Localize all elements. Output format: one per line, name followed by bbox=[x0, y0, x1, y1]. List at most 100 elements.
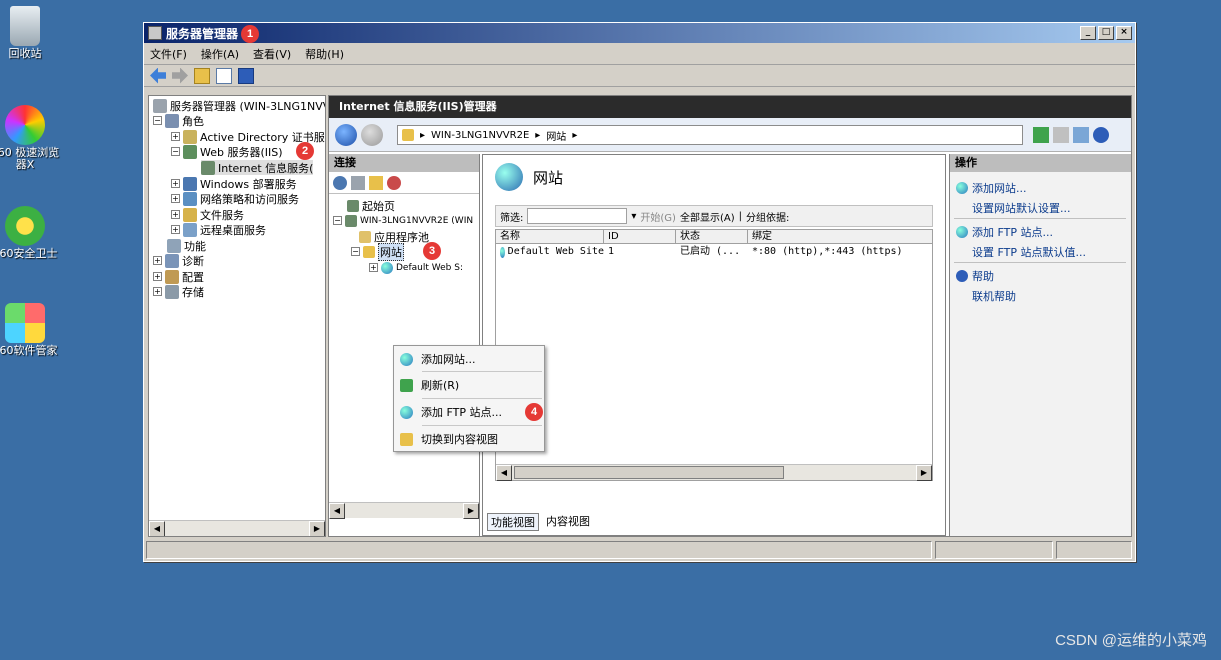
menu-view[interactable]: 查看(V) bbox=[253, 46, 291, 62]
group-by-label[interactable]: 分组依据: bbox=[746, 209, 789, 224]
address-path[interactable]: ▸ WIN-3LNG1NVVR2E ▸ 网站 ▸ bbox=[397, 125, 1023, 145]
path-sites[interactable]: 网站 bbox=[546, 128, 566, 143]
scroll-right-icon[interactable]: ▶ bbox=[309, 521, 325, 536]
desktop-icon-label: 360 极速浏览器X bbox=[0, 146, 60, 171]
ctx-add-ftp[interactable]: 添加 FTP 站点... bbox=[396, 401, 542, 423]
scroll-left-icon[interactable]: ◀ bbox=[329, 503, 345, 519]
tree-item-iis-manager[interactable]: Internet 信息服务( bbox=[201, 160, 314, 175]
col-state[interactable]: 状态 bbox=[676, 230, 748, 243]
tree-item-wds[interactable]: + Windows 部署服务 bbox=[171, 176, 297, 191]
nav-back-icon[interactable] bbox=[335, 124, 357, 146]
back-arrow-icon[interactable] bbox=[150, 67, 166, 84]
expand-icon[interactable]: + bbox=[171, 194, 180, 203]
ctx-add-site[interactable]: 添加网站... bbox=[396, 348, 542, 370]
tab-content-view[interactable]: 内容视图 bbox=[543, 513, 593, 531]
tree-item-npas[interactable]: + 网络策略和访问服务 bbox=[171, 191, 299, 206]
help-icon[interactable] bbox=[238, 67, 254, 84]
up-icon[interactable] bbox=[369, 175, 383, 190]
action-add-ftp[interactable]: 添加 FTP 站点... bbox=[956, 224, 1053, 240]
360-safe-icon bbox=[5, 206, 45, 246]
up-folder-icon[interactable] bbox=[194, 67, 210, 84]
action-site-defaults[interactable]: 设置网站默认设置... bbox=[972, 200, 1071, 216]
window-controls: _ □ × bbox=[1080, 26, 1132, 40]
action-online-help[interactable]: 联机帮助 bbox=[972, 288, 1016, 304]
stop-icon[interactable] bbox=[1053, 127, 1069, 143]
title-bar[interactable]: 服务器管理器 bbox=[144, 23, 1135, 43]
action-help[interactable]: 帮助 bbox=[956, 268, 994, 284]
expand-icon[interactable]: + bbox=[171, 132, 180, 141]
table-row[interactable]: Default Web Site 1 已启动 (... *:80 (http),… bbox=[496, 244, 932, 260]
menu-help[interactable]: 帮助(H) bbox=[305, 46, 344, 62]
col-name[interactable]: 名称 bbox=[496, 230, 604, 243]
conn-sites[interactable]: − 网站 bbox=[351, 242, 404, 261]
tree-item-features[interactable]: 功能 bbox=[167, 238, 206, 253]
col-id[interactable]: ID bbox=[604, 230, 676, 243]
home-icon[interactable] bbox=[1073, 127, 1089, 143]
tree-item-configuration[interactable]: + 配置 bbox=[153, 269, 204, 284]
show-all-button[interactable]: 全部显示(A) bbox=[680, 209, 735, 224]
start-filter-button[interactable]: 开始(G) bbox=[640, 209, 676, 224]
col-binding[interactable]: 绑定 bbox=[748, 230, 932, 243]
grid-hscrollbar[interactable]: ◀ ▶ bbox=[496, 464, 932, 481]
tree-item-server-manager[interactable]: 服务器管理器 (WIN-3LNG1NVVR2 bbox=[153, 98, 325, 113]
collapse-icon[interactable]: − bbox=[171, 147, 180, 156]
collapse-icon[interactable]: − bbox=[153, 116, 162, 125]
certificate-icon bbox=[183, 129, 197, 144]
scroll-left-icon[interactable]: ◀ bbox=[496, 465, 512, 481]
tree-item-diagnostics[interactable]: + 诊断 bbox=[153, 253, 204, 268]
refresh-icon[interactable] bbox=[1033, 127, 1049, 143]
expand-icon[interactable]: + bbox=[153, 272, 162, 281]
scroll-thumb[interactable] bbox=[514, 466, 784, 479]
action-ftp-defaults[interactable]: 设置 FTP 站点默认值... bbox=[972, 244, 1086, 260]
expand-icon[interactable]: + bbox=[171, 179, 180, 188]
left-tree-hscrollbar[interactable]: ◀ ▶ bbox=[149, 520, 325, 536]
iis-header: Internet 信息服务(IIS)管理器 bbox=[329, 96, 1131, 118]
forward-arrow-icon[interactable] bbox=[172, 67, 188, 84]
show-hide-tree-icon[interactable] bbox=[216, 67, 232, 84]
action-add-site[interactable]: 添加网站... bbox=[956, 180, 1027, 196]
desktop-icon-label: 360安全卫士 bbox=[0, 247, 58, 260]
context-menu: 添加网站... 刷新(R) 添加 FTP 站点... 切换到内容视图 bbox=[393, 345, 545, 452]
scroll-right-icon[interactable]: ▶ bbox=[463, 503, 479, 519]
conn-default-site[interactable]: + Default Web S: bbox=[369, 260, 463, 275]
desktop-icon-360-safe[interactable]: 360安全卫士 bbox=[0, 206, 60, 260]
filter-input[interactable] bbox=[527, 208, 628, 224]
collapse-icon[interactable]: − bbox=[333, 216, 342, 225]
expand-icon[interactable]: + bbox=[369, 263, 378, 272]
collapse-icon[interactable]: − bbox=[351, 247, 360, 256]
path-server[interactable]: WIN-3LNG1NVVR2E bbox=[431, 130, 529, 141]
tree-item-storage[interactable]: + 存储 bbox=[153, 284, 204, 299]
connections-hscrollbar[interactable]: ◀ ▶ bbox=[329, 502, 479, 519]
conn-server[interactable]: − WIN-3LNG1NVVR2E (WIN bbox=[333, 213, 473, 228]
conn-start-page[interactable]: 起始页 bbox=[347, 198, 395, 213]
expand-icon[interactable]: + bbox=[153, 287, 162, 296]
ctx-refresh[interactable]: 刷新(R) bbox=[396, 374, 542, 396]
save-icon[interactable] bbox=[351, 175, 365, 190]
menu-file[interactable]: 文件(F) bbox=[150, 46, 187, 62]
scroll-left-icon[interactable]: ◀ bbox=[149, 521, 165, 536]
nav-forward-icon[interactable] bbox=[361, 124, 383, 146]
help-circle-icon[interactable] bbox=[1093, 127, 1109, 143]
menu-action[interactable]: 操作(A) bbox=[201, 46, 239, 62]
configuration-icon bbox=[165, 269, 179, 284]
desktop-icon-recycle-bin[interactable]: 回收站 bbox=[0, 6, 60, 60]
ctx-switch-content-view[interactable]: 切换到内容视图 bbox=[396, 428, 542, 450]
connect-icon[interactable] bbox=[333, 175, 347, 190]
desktop-icon-360-browser[interactable]: 360 极速浏览器X bbox=[0, 105, 60, 171]
close-button[interactable]: × bbox=[1116, 26, 1132, 40]
maximize-button[interactable]: □ bbox=[1098, 26, 1114, 40]
tab-features-view[interactable]: 功能视图 bbox=[487, 513, 539, 531]
disconnect-icon[interactable] bbox=[387, 175, 401, 190]
desktop-icon-360-softmgr[interactable]: 360软件管家 bbox=[0, 303, 60, 357]
globe-icon bbox=[956, 182, 968, 194]
dropdown-icon[interactable]: ▾ bbox=[631, 211, 636, 222]
expand-icon[interactable]: + bbox=[153, 256, 162, 265]
tree-item-web-server[interactable]: − Web 服务器(IIS) bbox=[171, 144, 283, 159]
tree-item-file-services[interactable]: + 文件服务 bbox=[171, 207, 244, 222]
tree-item-rds[interactable]: + 远程桌面服务 bbox=[171, 222, 266, 237]
expand-icon[interactable]: + bbox=[171, 210, 180, 219]
scroll-right-icon[interactable]: ▶ bbox=[916, 465, 932, 481]
minimize-button[interactable]: _ bbox=[1080, 26, 1096, 40]
expand-icon[interactable]: + bbox=[171, 225, 180, 234]
tree-item-roles[interactable]: − 角色 bbox=[153, 113, 204, 128]
